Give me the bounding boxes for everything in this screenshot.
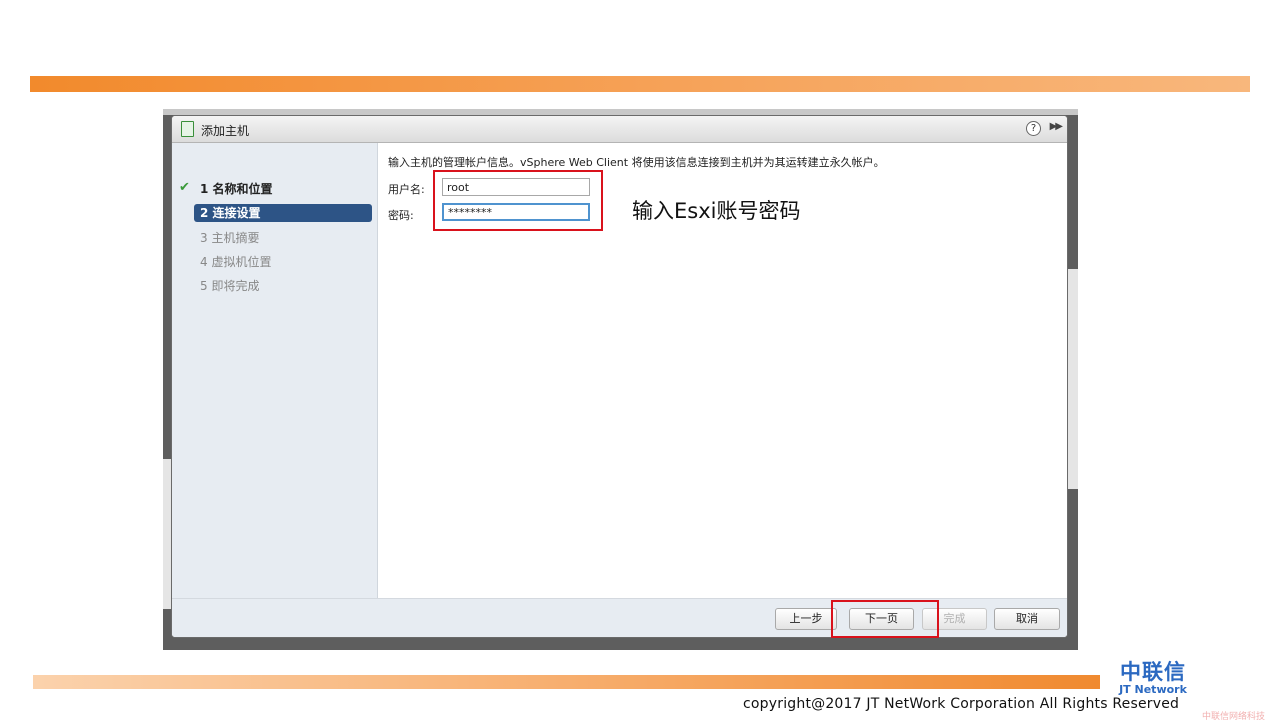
- top-orange-bar: [30, 76, 1250, 92]
- step-name-location[interactable]: 1 名称和位置: [194, 180, 372, 198]
- check-icon: ✔: [179, 180, 190, 195]
- step-host-summary: 3 主机摘要: [200, 231, 260, 245]
- password-label: 密码:: [388, 209, 414, 222]
- next-button-highlight-box: [831, 600, 939, 638]
- back-button[interactable]: 上一步: [775, 608, 837, 630]
- add-host-dialog: 添加主机 ? ▶▶ ✔ 1 名称和位置 2 连接设置 3 主机摘要 4 虚拟机位…: [171, 115, 1068, 638]
- step-connection-settings[interactable]: 2 连接设置: [194, 204, 372, 222]
- expand-icon[interactable]: ▶▶: [1050, 121, 1063, 132]
- instruction-text: 输入主机的管理帐户信息。vSphere Web Client 将使用该信息连接到…: [388, 156, 885, 169]
- logo-cn: 中联信: [1120, 660, 1186, 684]
- bottom-orange-bar: [33, 675, 1100, 689]
- step-ready-complete: 5 即将完成: [200, 279, 260, 293]
- dialog-titlebar: 添加主机 ? ▶▶: [172, 116, 1067, 143]
- step-vm-location: 4 虚拟机位置: [200, 255, 272, 269]
- credentials-highlight-box: [433, 170, 603, 231]
- watermark-text: 中联信网络科技: [1202, 712, 1266, 722]
- wizard-steps: ✔ 1 名称和位置 2 连接设置 3 主机摘要 4 虚拟机位置 5 即将完成: [172, 143, 378, 598]
- dialog-title: 添加主机: [201, 124, 250, 138]
- help-icon[interactable]: ?: [1026, 121, 1041, 136]
- annotation-text: 输入Esxi账号密码: [632, 199, 801, 223]
- host-icon: [181, 121, 194, 137]
- company-logo: 中联信 JT Network: [1104, 660, 1202, 695]
- copyright-text: copyright@2017 JT NetWork Corporation Al…: [743, 696, 1180, 712]
- username-label: 用户名:: [388, 183, 425, 196]
- logo-en: JT Network: [1119, 683, 1187, 696]
- cancel-button[interactable]: 取消: [994, 608, 1060, 630]
